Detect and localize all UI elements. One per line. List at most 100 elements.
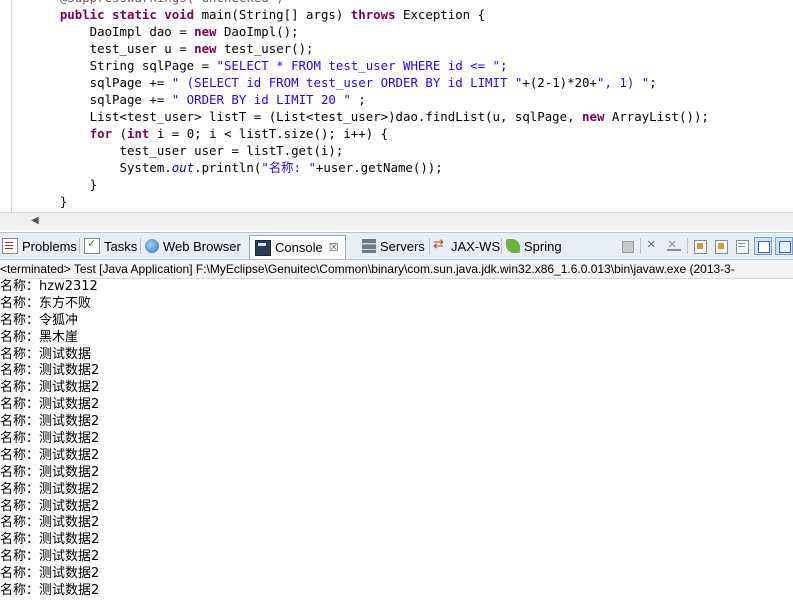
code-token: sqlPage += xyxy=(30,92,172,107)
code-token: } xyxy=(30,194,68,209)
tab-console[interactable]: Console ☒ xyxy=(249,235,346,259)
editor-horizontal-scrollbar[interactable]: ◀ xyxy=(0,212,793,230)
code-line: test_user user = listT.get(i); xyxy=(30,142,709,159)
console-line: 名称：测试数据2 xyxy=(0,447,100,463)
code-token: String sqlPage = xyxy=(30,58,217,73)
code-token: test_user u = xyxy=(30,41,195,56)
console-toolbar xyxy=(615,235,793,257)
console-line: 名称：测试数据2 xyxy=(0,549,100,565)
console-lines: 名称：hzw2312 名称：东方不败 名称：令狐冲 名称：黑木崖 名称：测试数据 名称：测… xyxy=(0,279,99,600)
clear-console-icon[interactable] xyxy=(691,237,709,255)
code-line: } xyxy=(30,176,709,193)
console-line: 名称：测试数据 xyxy=(0,346,92,362)
tab-label: Console xyxy=(275,240,323,255)
display-selected-console-icon[interactable] xyxy=(775,237,793,255)
code-token: test_user(); xyxy=(216,41,314,56)
code-line: DaoImpl dao = new DaoImpl(); xyxy=(30,23,709,40)
tab-label: Spring xyxy=(524,238,562,254)
code-token: ; xyxy=(350,92,366,107)
code-token: sqlPage += xyxy=(30,75,172,90)
spring-icon xyxy=(506,239,520,253)
code-token: .println( xyxy=(194,160,262,175)
code-line: List<test_user> listT = (List<test_user>… xyxy=(30,108,709,125)
console-line: 名称：测试数据2 xyxy=(0,414,100,430)
console-line: 名称：测试数据2 xyxy=(0,397,100,413)
console-line: 名称：测试数据2 xyxy=(0,532,100,548)
code-line: System.out.println("名称: "+user.getName()… xyxy=(30,159,709,176)
code-token: i = 0; i < listT.size(); i++) { xyxy=(149,126,389,141)
code-token: Exception { xyxy=(395,7,486,22)
toolbar-divider xyxy=(640,238,641,254)
tab-divider xyxy=(501,238,502,254)
code-token: System. xyxy=(30,160,172,175)
tab-spring[interactable]: Spring xyxy=(506,236,562,256)
pin-console-icon[interactable] xyxy=(754,237,772,255)
code-line: public static void main(String[] args) t… xyxy=(30,6,709,23)
code-token: +(2-1)*20+ xyxy=(522,75,597,90)
code-line: test_user u = new test_user(); xyxy=(30,40,709,57)
word-wrap-icon[interactable] xyxy=(733,237,751,255)
code-token: new xyxy=(582,109,605,124)
code-token: ; xyxy=(649,75,657,90)
terminate-icon[interactable] xyxy=(618,237,636,255)
toolbar-divider xyxy=(687,238,688,254)
console-line: 名称：测试数据2 xyxy=(0,464,100,480)
tab-problems[interactable]: Problems xyxy=(2,236,77,256)
code-line: sqlPage += " ORDER BY id LIMIT 20 " ; xyxy=(30,91,709,108)
code-token: " (SELECT id FROM test_user ORDER BY id … xyxy=(171,75,523,90)
code-token: test_user user = listT.get(i); xyxy=(30,143,344,158)
code-line: for (int i = 0; i < listT.size(); i++) { xyxy=(30,125,709,142)
tab-servers[interactable]: Servers xyxy=(362,236,425,256)
tab-label: Web Browser xyxy=(163,238,241,254)
scroll-lock-icon[interactable] xyxy=(712,237,730,255)
code-editor[interactable]: @SuppressWarnings("unchecked") public st… xyxy=(0,0,793,212)
console-line: 名称：测试数据2 xyxy=(0,380,100,396)
code-token: ( xyxy=(112,126,127,141)
code-token: throws xyxy=(350,7,396,22)
code-token: out xyxy=(171,160,195,175)
close-icon[interactable]: ☒ xyxy=(329,241,339,254)
code-token: DaoImpl(); xyxy=(216,24,299,39)
code-token: for xyxy=(89,126,113,141)
console-line: 名称：测试数据2 xyxy=(0,566,100,582)
console-line: 名称：黑木崖 xyxy=(0,329,79,345)
tab-divider xyxy=(429,238,430,254)
code-token: } xyxy=(30,177,98,192)
console-output[interactable]: 名称：hzw2312 名称：东方不败 名称：令狐冲 名称：黑木崖 名称：测试数据 名称：测… xyxy=(0,279,793,602)
tab-label: Problems xyxy=(22,238,77,254)
editor-gutter xyxy=(0,0,12,212)
console-line: 名称：测试数据2 xyxy=(0,583,100,599)
code-token: int xyxy=(127,126,150,141)
code-line: String sqlPage = "SELECT * FROM test_use… xyxy=(30,57,709,74)
console-line: 名称：测试数据2 xyxy=(0,431,100,447)
tab-divider xyxy=(140,238,141,254)
console-line: 名称：测试数据2 xyxy=(0,498,100,514)
remove-launch-icon[interactable] xyxy=(644,236,662,255)
code-token: +user.getName()); xyxy=(315,160,443,175)
console-line: 名称：东方不败 xyxy=(0,295,92,311)
code-line: sqlPage += " (SELECT id FROM test_user O… xyxy=(30,74,709,91)
code-token: "SELECT * FROM test_user WHERE id <= " xyxy=(216,58,500,73)
code-token: "名称: " xyxy=(261,160,316,175)
jax-ws-icon xyxy=(433,236,447,253)
console-line: 名称：测试数据2 xyxy=(0,363,100,379)
code-line: } xyxy=(30,193,709,210)
scroll-left-arrow-icon[interactable]: ◀ xyxy=(31,215,39,226)
code-token: public static void xyxy=(59,7,195,22)
code-token: List<test_user> listT = (List<test_user>… xyxy=(30,109,583,124)
code-token: new xyxy=(194,24,217,39)
remove-all-terminated-icon[interactable] xyxy=(665,236,683,255)
tab-web-browser[interactable]: Web Browser xyxy=(145,236,241,256)
tab-divider xyxy=(79,238,80,254)
console-icon xyxy=(255,239,271,256)
tab-tasks[interactable]: Tasks xyxy=(84,236,137,256)
tab-jax-ws[interactable]: JAX-WS xyxy=(433,236,500,256)
code-token: new xyxy=(194,41,217,56)
console-line: 名称：令狐冲 xyxy=(0,312,79,328)
code-text[interactable]: @SuppressWarnings("unchecked") public st… xyxy=(30,0,709,210)
code-token: ArrayList()); xyxy=(604,109,709,124)
view-tab-bar: Problems Tasks Web Browser Console ☒ Ser… xyxy=(0,232,793,260)
code-token: main(String[] args) xyxy=(194,7,351,22)
